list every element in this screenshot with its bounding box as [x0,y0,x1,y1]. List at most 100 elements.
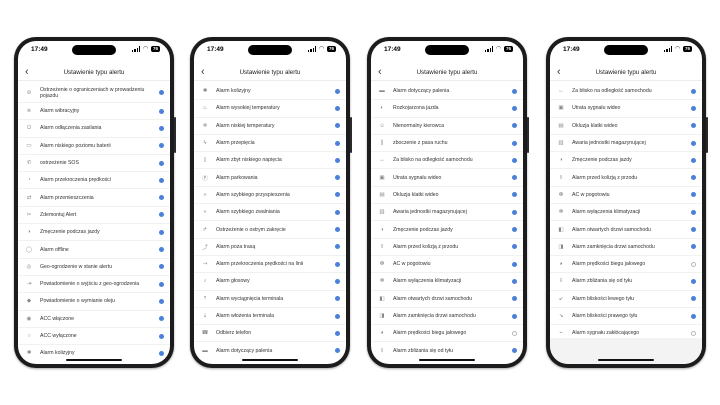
alert-row[interactable]: ▤ Okluzja klatki wideo [550,118,702,135]
checkbox-checked[interactable] [512,313,517,319]
checkbox-checked[interactable] [512,123,517,129]
checkbox-checked[interactable] [691,140,696,146]
checkbox-checked[interactable] [691,313,696,319]
checkbox-checked[interactable] [159,264,164,270]
checkbox-unchecked[interactable] [512,330,517,336]
checkbox-checked[interactable] [335,330,340,336]
alert-row[interactable]: ☎ Odbierz telefon [194,325,346,343]
alert-row[interactable]: ⇣ Alarm włożenia terminala [194,308,346,326]
checkbox-checked[interactable] [335,261,340,267]
alert-row[interactable]: ▤ Okluzja klatki wideo [371,187,523,205]
alert-row[interactable]: ✻ Alarm wyłączenia klimatyzacji [550,204,702,222]
checkbox-checked[interactable] [512,192,517,198]
alert-type-list[interactable]: ⊘ Ostrzeżenie o ograniczeniach w prowadze… [18,83,170,356]
checkbox-checked[interactable] [335,227,340,233]
checkbox-checked[interactable] [512,296,517,302]
alert-row[interactable]: ↔ Za blisko na odległość samochodu [550,83,702,101]
alert-row[interactable]: ◔ Alarm przekroczenia prędkości [18,172,170,190]
alert-row[interactable]: ⇩ Alarm zbliżania się od tyłu [371,342,523,356]
alert-row[interactable]: Ⓟ Alarm parkowania [194,169,346,187]
checkbox-checked[interactable] [335,348,340,354]
alert-row[interactable]: ↱ Ostrzeżenie o ostrym zakręcie [194,221,346,239]
alert-row[interactable]: ✆ ostrzeżenie SOS [18,155,170,173]
alert-row[interactable]: ◑ Zmęczenie podczas jazdy [371,221,523,239]
checkbox-checked[interactable] [691,244,696,250]
checkbox-checked[interactable] [512,157,517,163]
alert-row[interactable]: ◕ Alarm prędkości biegu jałowego [550,256,702,274]
alert-row[interactable]: ❆ AC w pogotowiu [371,256,523,274]
alert-row[interactable]: ▭ Alarm niskiego poziomu baterii [18,138,170,155]
checkbox-checked[interactable] [335,313,340,319]
checkbox-checked[interactable] [691,157,696,163]
alert-row[interactable]: ⊘ Ostrzeżenie o ograniczeniach w prowadze… [18,83,170,103]
back-icon[interactable]: ‹ [201,67,205,78]
alert-row[interactable]: ○ ACC wyłączone [18,328,170,346]
checkbox-checked[interactable] [335,175,340,181]
alert-type-list[interactable]: ✱ Alarm kolizyjny ♨ Alarm wysokiej temperat… [194,83,346,356]
checkbox-checked[interactable] [691,209,696,215]
alert-row[interactable]: ▣ Utrata sygnału wideo [371,169,523,187]
alert-row[interactable]: ◨ Alarm zamknięcia drzwi samochodu [550,239,702,256]
alert-row[interactable]: ◎ Geo-ogrodzenie w stanie alertu [18,259,170,276]
alert-row[interactable]: ▬ Alarm dotyczący palenia [194,342,346,356]
alert-row[interactable]: ↔ Za blisko na odległość samochodu [371,152,523,170]
alert-row[interactable]: ◧ Alarm otwartych drzwi samochodu [550,221,702,239]
alert-type-list[interactable]: ↔ Za blisko na odległość samochodu ▣ Utrata… [550,83,702,356]
alert-row[interactable]: ◕ Alarm prędkości biegu jałowego [371,325,523,343]
checkbox-checked[interactable] [335,157,340,163]
checkbox-checked[interactable] [159,247,164,253]
checkbox-checked[interactable] [512,348,517,354]
alert-row[interactable]: ⏻ Alarm odłączenia zasilania [18,120,170,138]
alert-row[interactable]: ▬ Alarm dotyczący palenia [371,83,523,101]
checkbox-checked[interactable] [159,316,164,322]
checkbox-checked[interactable] [512,278,517,284]
checkbox-checked[interactable] [691,88,696,94]
alert-row[interactable]: ⇧ Alarm przed kolizją z przodu [371,239,523,256]
back-icon[interactable]: ‹ [378,67,382,78]
checkbox-checked[interactable] [335,105,340,111]
checkbox-checked[interactable] [159,298,164,304]
alert-row[interactable]: ▯ Alarm zbyt niskiego napięcia [194,152,346,170]
checkbox-checked[interactable] [691,175,696,181]
alert-row[interactable]: ✱ Alarm kolizyjny [194,83,346,101]
checkbox-checked[interactable] [512,140,517,146]
checkbox-checked[interactable] [159,177,164,183]
alert-row[interactable]: ✱ Alarm kolizyjny [18,345,170,356]
alert-row[interactable]: ⇢ Alarm przekroczenia prędkości na linii [194,256,346,274]
checkbox-checked[interactable] [512,105,517,111]
checkbox-checked[interactable] [159,281,164,287]
alert-row[interactable]: ▥ Awaria jednostki magazynującej [371,204,523,222]
checkbox-checked[interactable] [512,88,517,94]
checkbox-checked[interactable] [335,209,340,215]
alert-row[interactable]: ⤴ Alarm poza trasą [194,239,346,256]
alert-row[interactable]: ▥ Awaria jednostki magazynującej [550,135,702,153]
checkbox-checked[interactable] [512,261,517,267]
checkbox-checked[interactable] [159,143,164,149]
alert-row[interactable]: ◉ ACC włączone [18,311,170,328]
alert-type-list[interactable]: ▬ Alarm dotyczący palenia ◐ Rozkojarzona ja… [371,83,523,356]
alert-row[interactable]: « Alarm szybkiego zwalniania [194,204,346,222]
checkbox-checked[interactable] [159,160,164,166]
checkbox-checked[interactable] [159,212,164,218]
checkbox-checked[interactable] [335,88,340,94]
checkbox-checked[interactable] [335,123,340,129]
checkbox-checked[interactable] [691,123,696,129]
checkbox-checked[interactable] [512,175,517,181]
alert-row[interactable]: ◧ Alarm otwartych drzwi samochodu [371,291,523,308]
alert-row[interactable]: ✻ Alarm wyłączenia klimatyzacji [371,273,523,291]
alert-row[interactable]: ♨ Alarm wysokiej temperatury [194,100,346,118]
checkbox-checked[interactable] [159,229,164,235]
alert-row[interactable]: ▣ Utrata sygnału wideo [550,100,702,118]
checkbox-checked[interactable] [335,140,340,146]
checkbox-checked[interactable] [159,90,164,95]
alert-row[interactable]: ❄ Alarm niskiej temperatury [194,118,346,135]
alert-row[interactable]: ↙ Alarm bliskości lewego tyłu [550,291,702,308]
checkbox-checked[interactable] [159,195,164,201]
alert-row[interactable]: ◯ Alarm offline [18,241,170,259]
checkbox-unchecked[interactable] [691,330,696,336]
alert-row[interactable]: ⇡ Alarm wyciągnięcia terminala [194,291,346,308]
alert-row[interactable]: ϟ Alarm przepięcia [194,135,346,153]
alert-row[interactable]: ⇩ Alarm zbliżania się od tyłu [550,273,702,291]
alert-row[interactable]: ↘ Alarm bliskości prawego tyłu [550,308,702,326]
alert-row[interactable]: ∥ zboczenie z pasa ruchu [371,135,523,153]
